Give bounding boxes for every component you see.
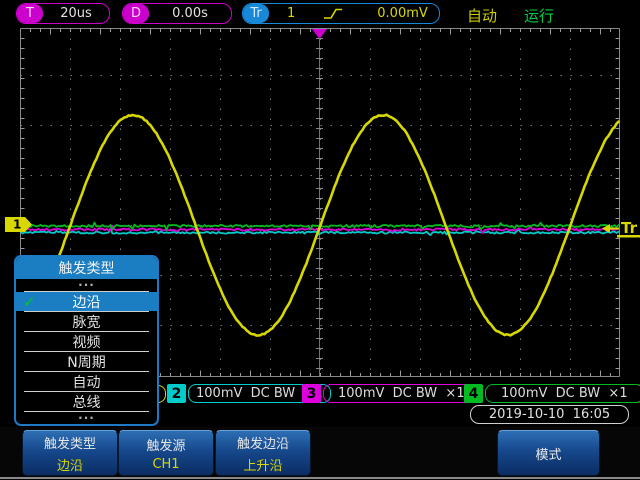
- menu-item-n-period[interactable]: N周期: [16, 352, 157, 371]
- softkey-trigger-edge[interactable]: 触发边沿 上升沿: [215, 430, 311, 476]
- trigger-label: Tr: [243, 4, 269, 23]
- softkey-title: 触发源: [146, 435, 185, 454]
- softkey-mode[interactable]: 模式: [497, 430, 600, 476]
- rising-edge-icon: [323, 7, 343, 20]
- menu-item-bus[interactable]: 总线: [16, 392, 157, 411]
- bottom-strip: [0, 477, 640, 479]
- softkey-value: 上升沿: [243, 455, 282, 474]
- menu-title: 触发类型: [16, 257, 157, 279]
- menu-item-pulse-width[interactable]: 脉宽: [16, 312, 157, 331]
- channel-1-position-marker: 1: [5, 217, 32, 232]
- delay-value: 0.00s: [149, 6, 231, 21]
- menu-scroll-down[interactable]: ···: [16, 412, 157, 424]
- svg-text:Tr: Tr: [621, 219, 638, 237]
- softkey-trigger-source[interactable]: 触发源 CH1: [118, 430, 214, 476]
- menu-item-label: 边沿: [73, 292, 101, 312]
- trace-channel-3: [21, 226, 619, 233]
- channel-4-badge[interactable]: 4 100mV DC BW ×1: [464, 384, 640, 403]
- softkey-title: 触发边沿: [237, 433, 289, 452]
- channel-3-settings: 100mV DC BW ×1: [323, 384, 480, 403]
- softkey-bar: 触发类型 边沿 触发源 CH1 触发边沿 上升沿 模式: [0, 427, 640, 480]
- trigger-level-value: 0.00mV: [377, 6, 428, 21]
- timebase-value: 20us: [43, 6, 109, 21]
- channel-3-number: 3: [302, 384, 321, 403]
- softkey-value: 边沿: [57, 455, 83, 474]
- channel-2-number: 2: [167, 384, 186, 403]
- run-state-text: 运行: [524, 5, 554, 26]
- softkey-trigger-type[interactable]: 触发类型 边沿: [22, 430, 118, 476]
- menu-item-edge[interactable]: ✓ 边沿: [16, 292, 157, 311]
- softkey-title: 触发类型: [44, 433, 96, 452]
- channel-4-number: 4: [464, 384, 483, 403]
- oscilloscope-screen: 1 Tr T 20us D 0.00s Tr 1 0.00mV 自动 运行 触发类…: [0, 0, 640, 480]
- menu-item-video[interactable]: 视频: [16, 332, 157, 351]
- acquire-mode-text: 自动: [467, 5, 497, 26]
- trigger-type-menu: 触发类型 ··· ✓ 边沿 脉宽 视频 N周期 自动 总线 ···: [14, 255, 159, 426]
- datetime-display: 2019-10-10 16:05: [470, 405, 629, 424]
- channel-3-badge[interactable]: 3 100mV DC BW ×1: [302, 384, 480, 403]
- softkey-value: CH1: [152, 457, 179, 472]
- channel-4-settings: 100mV DC BW ×1: [485, 384, 640, 403]
- trigger-source-number: 1: [287, 6, 295, 21]
- trigger-indicator[interactable]: Tr 1 0.00mV: [242, 3, 440, 24]
- svg-text:1: 1: [13, 218, 21, 232]
- timebase-indicator[interactable]: T 20us: [16, 3, 110, 24]
- delay-label: D: [123, 4, 149, 23]
- trigger-position-marker: [312, 29, 327, 39]
- softkey-title: 模式: [535, 444, 561, 463]
- status-bar: T 20us D 0.00s Tr 1 0.00mV 自动 运行: [0, 0, 640, 27]
- menu-item-auto[interactable]: 自动: [16, 372, 157, 391]
- menu-scroll-up[interactable]: ···: [16, 279, 157, 291]
- trace-channel-4: [21, 223, 619, 230]
- delay-indicator[interactable]: D 0.00s: [122, 3, 232, 24]
- trigger-level-marker: Tr: [602, 219, 640, 238]
- trace-channel-2: [21, 229, 619, 236]
- check-icon: ✓: [23, 293, 36, 311]
- timebase-label: T: [17, 4, 43, 23]
